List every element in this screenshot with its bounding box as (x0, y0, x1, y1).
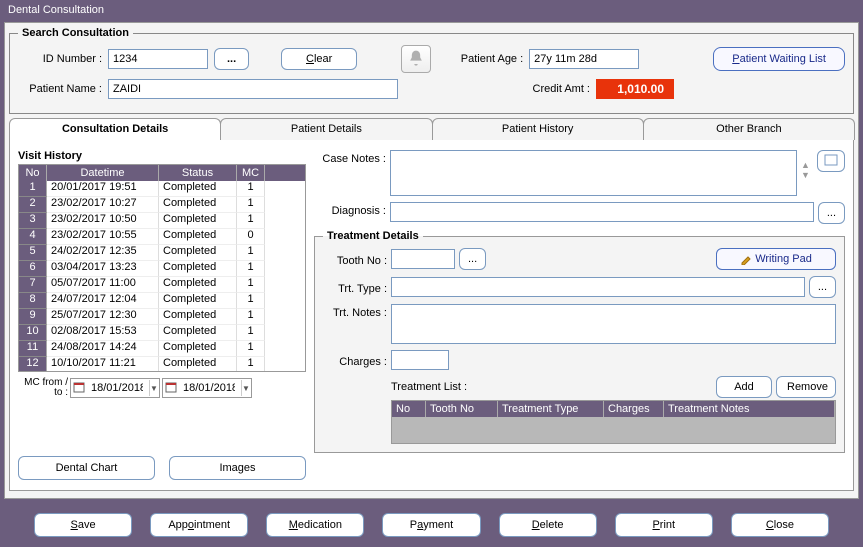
case-notes-textarea[interactable] (390, 150, 797, 196)
id-number-label: ID Number : (18, 53, 102, 65)
trt-type-input[interactable] (391, 277, 805, 297)
window-title: Dental Consultation (8, 4, 104, 16)
search-fieldset: Search Consultation ID Number : ... Clea… (9, 27, 854, 114)
medication-button[interactable]: Medication (266, 513, 364, 537)
tooth-no-label: Tooth No : (323, 252, 387, 267)
bell-icon[interactable] (401, 45, 431, 73)
table-row[interactable]: 423/02/2017 10:55Completed0 (19, 229, 305, 245)
credit-amt-value: 1,010.00 (596, 79, 674, 99)
mc-to-label: to : (54, 387, 68, 398)
table-row[interactable]: 1002/08/2017 15:53Completed1 (19, 325, 305, 341)
mc-to-date[interactable]: ▼ (162, 378, 252, 398)
id-browse-button[interactable]: ... (214, 48, 249, 70)
table-row[interactable]: 1124/08/2017 14:24Completed1 (19, 341, 305, 357)
charges-label: Charges : (323, 353, 387, 368)
mc-from-date[interactable]: ▼ (70, 378, 160, 398)
scroll-arrows[interactable]: ▲▼ (801, 150, 813, 190)
col-datetime: Datetime (47, 165, 159, 181)
table-row[interactable]: 824/07/2017 12:04Completed1 (19, 293, 305, 309)
search-legend: Search Consultation (18, 27, 133, 39)
patient-age-label: Patient Age : (453, 53, 523, 65)
table-row[interactable]: 603/04/2017 13:23Completed1 (19, 261, 305, 277)
patient-name-input[interactable] (108, 79, 398, 99)
calendar-icon (165, 381, 177, 395)
case-notes-label: Case Notes : (314, 150, 386, 165)
pencil-icon (740, 253, 752, 265)
tab-other-branch[interactable]: Other Branch (643, 118, 855, 140)
window-titlebar: Dental Consultation (0, 0, 863, 20)
appointment-button[interactable]: Appointment (150, 513, 248, 537)
tabstrip: Consultation Details Patient Details Pat… (9, 118, 854, 140)
calendar-icon (73, 381, 85, 395)
diagnosis-label: Diagnosis : (314, 202, 386, 217)
visit-history-grid[interactable]: No Datetime Status MC 120/01/2017 19:51C… (18, 164, 306, 372)
tl-col-type: Treatment Type (498, 401, 604, 417)
patient-age-field (529, 49, 639, 69)
credit-amt-label: Credit Amt : (520, 83, 590, 95)
col-status: Status (159, 165, 237, 181)
save-button[interactable]: Save (34, 513, 132, 537)
table-row[interactable]: 1210/10/2017 11:21Completed1 (19, 357, 305, 371)
footer-bar: Save Appointment Medication Payment Dele… (4, 509, 859, 541)
tab-page-consultation: Visit History No Datetime Status MC 120/… (9, 139, 854, 491)
table-row[interactable]: 705/07/2017 11:00Completed1 (19, 277, 305, 293)
treatment-fieldset: Treatment Details Tooth No : ... Writing… (314, 230, 845, 453)
note-icon (824, 154, 838, 166)
visit-history-title: Visit History (18, 150, 306, 162)
dropdown-icon[interactable]: ▼ (241, 380, 250, 396)
payment-button[interactable]: Payment (382, 513, 480, 537)
add-button[interactable]: Add (716, 376, 772, 398)
table-row[interactable]: 925/07/2017 12:30Completed1 (19, 309, 305, 325)
trt-notes-label: Trt. Notes : (323, 304, 387, 319)
trt-type-label: Trt. Type : (323, 280, 387, 295)
clear-button[interactable]: Clear (281, 48, 357, 70)
treatment-list-label: Treatment List : (391, 381, 467, 393)
tooth-browse-button[interactable]: ... (459, 248, 486, 270)
treatment-list-grid[interactable]: No Tooth No Treatment Type Charges Treat… (391, 400, 836, 444)
writing-pad-button[interactable]: Writing Pad (716, 248, 836, 270)
diagnosis-input[interactable] (390, 202, 814, 222)
col-no: No (19, 165, 47, 181)
table-row[interactable]: 223/02/2017 10:27Completed1 (19, 197, 305, 213)
diagnosis-browse-button[interactable]: ... (818, 202, 845, 224)
treatment-legend: Treatment Details (323, 230, 423, 242)
tab-patient-history[interactable]: Patient History (432, 118, 644, 140)
col-mc: MC (237, 165, 265, 181)
table-row[interactable]: 524/02/2017 12:35Completed1 (19, 245, 305, 261)
id-number-input[interactable] (108, 49, 208, 69)
tab-consultation-details[interactable]: Consultation Details (9, 118, 221, 140)
visit-body[interactable]: 120/01/2017 19:51Completed1223/02/2017 1… (19, 181, 305, 371)
table-row[interactable]: 120/01/2017 19:51Completed1 (19, 181, 305, 197)
table-row[interactable]: 323/02/2017 10:50Completed1 (19, 213, 305, 229)
delete-button[interactable]: Delete (499, 513, 597, 537)
tab-patient-details[interactable]: Patient Details (220, 118, 432, 140)
tl-col-charges: Charges (604, 401, 664, 417)
dropdown-icon[interactable]: ▼ (149, 380, 158, 396)
patient-waiting-list-button[interactable]: Patient Waiting List (713, 47, 845, 71)
print-button[interactable]: Print (615, 513, 713, 537)
tl-col-no: No (392, 401, 426, 417)
charges-input[interactable] (391, 350, 449, 370)
patient-name-label: Patient Name : (18, 83, 102, 95)
main-panel: Search Consultation ID Number : ... Clea… (4, 22, 859, 499)
trt-type-browse-button[interactable]: ... (809, 276, 836, 298)
remove-button[interactable]: Remove (776, 376, 836, 398)
tooth-no-input[interactable] (391, 249, 455, 269)
trt-notes-textarea[interactable] (391, 304, 836, 344)
case-notes-template-button[interactable] (817, 150, 845, 172)
images-button[interactable]: Images (169, 456, 306, 480)
tl-col-notes: Treatment Notes (664, 401, 835, 417)
tl-col-tooth: Tooth No (426, 401, 498, 417)
dental-chart-button[interactable]: Dental Chart (18, 456, 155, 480)
close-button[interactable]: Close (731, 513, 829, 537)
